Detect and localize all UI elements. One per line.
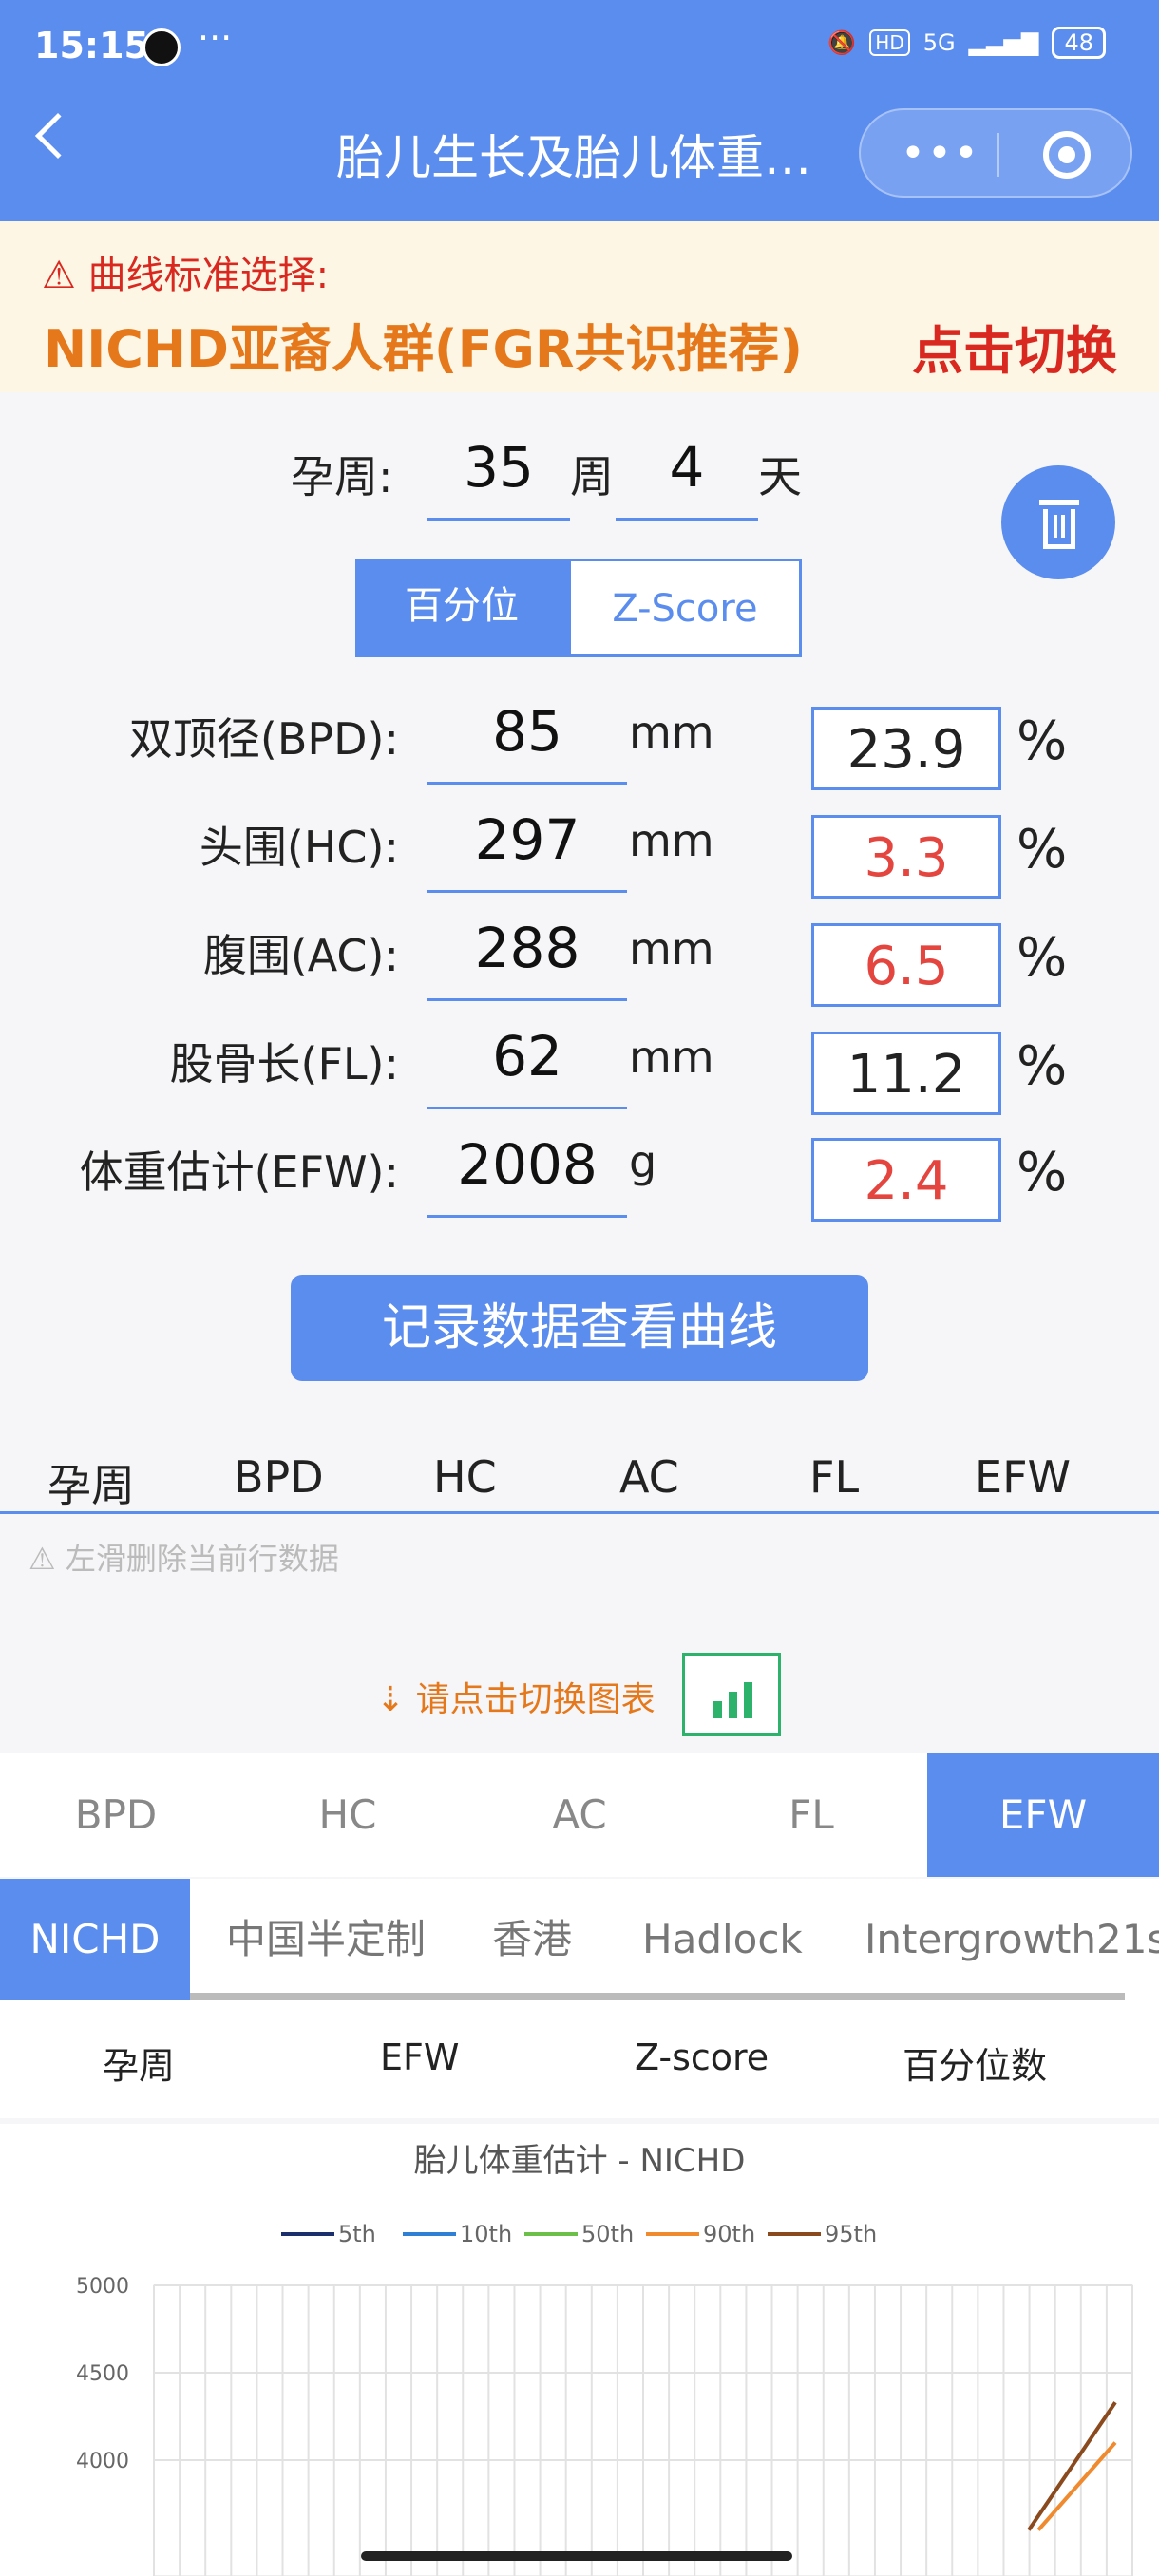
efw-unit: g [629, 1136, 657, 1187]
hc-unit: mm [629, 815, 714, 866]
mute-icon: 🔕 [827, 29, 857, 56]
fl-percentile: 11.2 [811, 1032, 1001, 1115]
fl-input[interactable]: 62 [428, 1024, 627, 1109]
chart-title: 胎儿体重估计 - NICHD [414, 2142, 746, 2180]
record-data-button[interactable]: 记录数据查看曲线 [291, 1275, 868, 1381]
warning-label: ⚠ 曲线标准选择: [42, 254, 330, 297]
standard-tabs: NICHD 中国半定制 香港 Hadlock Intergrowth21st [0, 1879, 1159, 2000]
top-bar: 15:15 ··· 🔕 HD 5G ▂▃▅▇ 48 胎儿生长及胎儿体重… ••• [0, 0, 1159, 221]
battery-icon: 48 [1052, 27, 1106, 59]
tab-hc[interactable]: HC [232, 1753, 464, 1877]
zscore-toggle[interactable]: Z-Score [568, 559, 802, 657]
hc-percentile: 3.3 [811, 815, 1001, 899]
efw-percentile: 2.4 [811, 1138, 1001, 1222]
tab-efw[interactable]: EFW [927, 1753, 1159, 1877]
legend-label-90th: 90th [703, 2221, 755, 2247]
y-tick-4000: 4000 [76, 2450, 129, 2473]
bpd-percentile: 23.9 [811, 707, 1001, 790]
back-icon[interactable] [34, 112, 82, 160]
fl-unit: mm [629, 1032, 714, 1083]
fl-label: 股骨长(FL): [169, 1038, 399, 1089]
result-col-ga: 孕周 [103, 2045, 176, 2087]
hc-input[interactable]: 297 [428, 807, 627, 893]
curve-standard-banner: ⚠ 曲线标准选择: NICHD亚裔人群(FGR共识推荐) 点击切换 [0, 221, 1159, 392]
signal-icon: ▂▃▅▇ [968, 29, 1039, 56]
legend-label-10th: 10th [460, 2221, 512, 2247]
swipe-delete-hint: ⚠ 左滑删除当前行数据 [28, 1541, 339, 1577]
current-standard: NICHD亚裔人群(FGR共识推荐) [44, 319, 804, 379]
page-title: 胎儿生长及胎儿体重… [336, 130, 811, 185]
records-table-header: 孕周 BPD HC AC FL EFW [0, 1448, 1159, 1514]
tab-ac[interactable]: AC [464, 1753, 695, 1877]
y-tick-5000: 5000 [76, 2275, 129, 2299]
result-table-header: 孕周 EFW Z-score 百分位数 [0, 2000, 1159, 2118]
home-indicator[interactable] [361, 2551, 792, 2561]
bar-chart-icon[interactable] [682, 1653, 781, 1736]
capsule-divider [998, 133, 999, 177]
switch-chart-hint: ⇣ 请点击切换图表 [376, 1680, 656, 1719]
days-unit: 天 [758, 451, 802, 502]
ac-pct-sign: % [1016, 927, 1068, 989]
metric-tabs: BPD HC AC FL EFW [0, 1753, 1159, 1877]
legend-label-50th: 50th [581, 2221, 634, 2247]
bpd-unit: mm [629, 707, 714, 758]
status-more: ··· [198, 17, 233, 59]
tab-nichd[interactable]: NICHD [0, 1879, 190, 2000]
col-efw: EFW [975, 1451, 1072, 1503]
tab-china[interactable]: 中国半定制 [226, 1879, 426, 2000]
col-ga: 孕周 [48, 1460, 135, 1511]
hd-badge: HD [869, 29, 910, 56]
trash-icon [1039, 500, 1079, 505]
col-fl: FL [809, 1451, 860, 1503]
mini-program-capsule: ••• [859, 108, 1132, 198]
tab-bpd[interactable]: BPD [0, 1753, 232, 1877]
bpd-pct-sign: % [1016, 710, 1068, 772]
legend-label-5th: 5th [338, 2221, 376, 2247]
ac-unit: mm [629, 923, 714, 975]
status-time: 15:15 [34, 25, 149, 66]
efw-input[interactable]: 2008 [428, 1132, 627, 1218]
col-bpd: BPD [234, 1451, 324, 1503]
result-col-efw: EFW [380, 2036, 460, 2078]
efw-label: 体重估计(EFW): [79, 1146, 399, 1198]
efw-pct-sign: % [1016, 1142, 1068, 1203]
weeks-input[interactable]: 35 [428, 435, 570, 521]
close-target-icon[interactable] [1043, 131, 1091, 179]
bpd-input[interactable]: 85 [428, 699, 627, 785]
status-indicators: 🔕 HD 5G ▂▃▅▇ 48 [827, 27, 1106, 59]
gestational-age-label: 孕周: [291, 451, 393, 502]
days-input[interactable]: 4 [616, 435, 758, 521]
network-label: 5G [922, 29, 956, 56]
percentile-toggle[interactable]: 百分位 [355, 559, 568, 657]
tabs-scrollbar[interactable] [190, 1993, 1125, 2000]
efw-growth-chart: 胎儿体重估计 - NICHD 5th 10th 50th 90th 95th 5000 450… [0, 2124, 1159, 2576]
tab-intergrowth[interactable]: Intergrowth21st [864, 1879, 1159, 2000]
switch-standard-button[interactable]: 点击切换 [912, 309, 1117, 384]
fl-pct-sign: % [1016, 1035, 1068, 1097]
notification-icon [142, 28, 180, 66]
bpd-label: 双顶径(BPD): [128, 713, 399, 765]
weeks-unit: 周 [570, 451, 614, 502]
clear-button[interactable] [1001, 465, 1115, 579]
tab-fl[interactable]: FL [695, 1753, 927, 1877]
chart-svg: 胎儿体重估计 - NICHD 5th 10th 50th 90th 95th 5000 450… [76, 2142, 1133, 2576]
tab-hongkong[interactable]: 香港 [492, 1879, 572, 2000]
result-col-percentile: 百分位数 [902, 2045, 1048, 2087]
result-col-zscore: Z-score [635, 2036, 770, 2078]
tab-hadlock[interactable]: Hadlock [642, 1879, 803, 2000]
hc-pct-sign: % [1016, 819, 1068, 881]
more-icon[interactable]: ••• [901, 129, 980, 178]
y-tick-4500: 4500 [76, 2362, 129, 2386]
col-ac: AC [619, 1451, 679, 1503]
legend-label-95th: 95th [825, 2221, 877, 2247]
col-hc: HC [433, 1451, 497, 1503]
ac-input[interactable]: 288 [428, 916, 627, 1001]
ac-percentile: 6.5 [811, 923, 1001, 1007]
ac-label: 腹围(AC): [202, 930, 399, 981]
hc-label: 头围(HC): [199, 822, 399, 873]
